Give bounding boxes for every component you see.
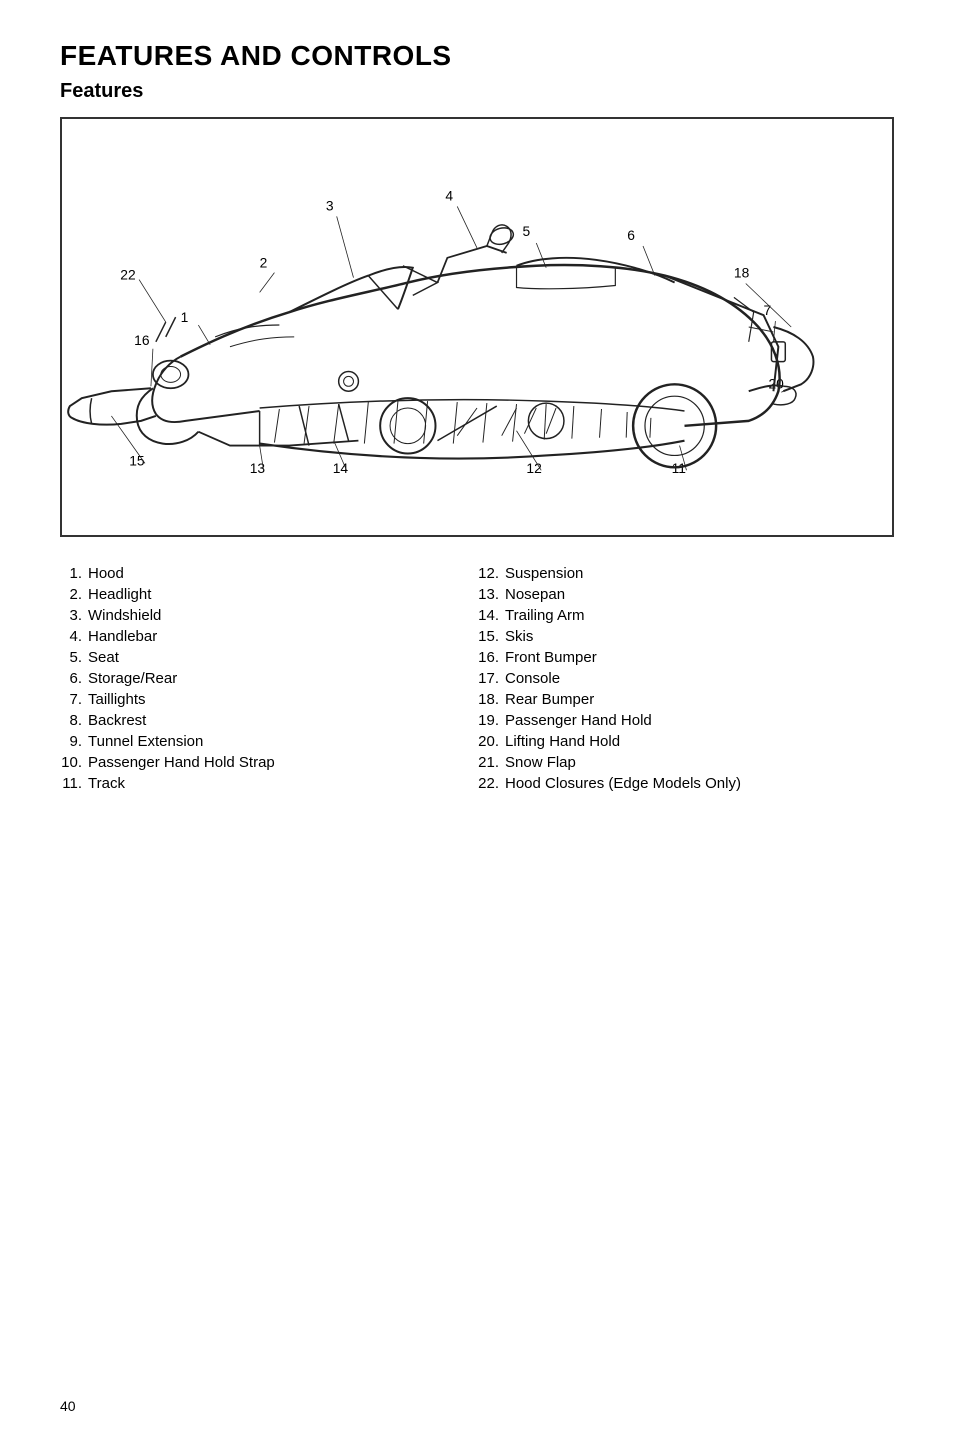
list-item: 2.Headlight	[60, 586, 477, 603]
part-number: 17.	[477, 670, 505, 687]
part-label: Front Bumper	[505, 649, 597, 666]
part-number: 1.	[60, 565, 88, 582]
part-number: 16.	[477, 649, 505, 666]
part-label: Suspension	[505, 565, 583, 582]
part-number: 7.	[60, 691, 88, 708]
part-number: 21.	[477, 754, 505, 771]
part-label: Handlebar	[88, 628, 157, 645]
list-item: 6.Storage/Rear	[60, 670, 477, 687]
part-label: Trailing Arm	[505, 607, 584, 624]
svg-text:4: 4	[445, 188, 453, 204]
part-label: Tunnel Extension	[88, 733, 203, 750]
list-item: 14.Trailing Arm	[477, 607, 894, 624]
list-item: 10.Passenger Hand Hold Strap	[60, 754, 477, 771]
parts-list-right: 12.Suspension13.Nosepan14.Trailing Arm15…	[477, 565, 894, 796]
list-item: 18.Rear Bumper	[477, 691, 894, 708]
list-item: 19.Passenger Hand Hold	[477, 712, 894, 729]
list-item: 4.Handlebar	[60, 628, 477, 645]
main-title: FEATURES AND CONTROLS	[60, 40, 894, 72]
part-label: Nosepan	[505, 586, 565, 603]
svg-text:6: 6	[627, 227, 635, 243]
list-item: 22.Hood Closures (Edge Models Only)	[477, 775, 894, 792]
list-item: 11.Track	[60, 775, 477, 792]
part-label: Windshield	[88, 607, 161, 624]
part-label: Hood Closures (Edge Models Only)	[505, 775, 741, 792]
sub-title: Features	[60, 80, 894, 103]
part-number: 2.	[60, 586, 88, 603]
part-number: 12.	[477, 565, 505, 582]
list-item: 3.Windshield	[60, 607, 477, 624]
list-item: 13.Nosepan	[477, 586, 894, 603]
list-item: 5.Seat	[60, 649, 477, 666]
part-number: 5.	[60, 649, 88, 666]
part-number: 20.	[477, 733, 505, 750]
part-number: 9.	[60, 733, 88, 750]
part-label: Storage/Rear	[88, 670, 177, 687]
page-number: 40	[60, 1398, 76, 1414]
part-label: Taillights	[88, 691, 146, 708]
parts-list-left: 1.Hood2.Headlight3.Windshield4.Handlebar…	[60, 565, 477, 796]
part-label: Hood	[88, 565, 124, 582]
svg-text:16: 16	[134, 332, 150, 348]
part-number: 13.	[477, 586, 505, 603]
part-label: Rear Bumper	[505, 691, 594, 708]
list-item: 7.Taillights	[60, 691, 477, 708]
list-item: 20.Lifting Hand Hold	[477, 733, 894, 750]
svg-text:3: 3	[326, 197, 334, 213]
list-item: 17.Console	[477, 670, 894, 687]
part-label: Skis	[505, 628, 533, 645]
part-number: 4.	[60, 628, 88, 645]
part-label: Passenger Hand Hold	[505, 712, 652, 729]
part-number: 6.	[60, 670, 88, 687]
svg-text:1: 1	[181, 309, 189, 325]
part-label: Console	[505, 670, 560, 687]
part-number: 19.	[477, 712, 505, 729]
list-item: 8.Backrest	[60, 712, 477, 729]
list-item: 15.Skis	[477, 628, 894, 645]
list-item: 16.Front Bumper	[477, 649, 894, 666]
list-item: 21.Snow Flap	[477, 754, 894, 771]
part-label: Lifting Hand Hold	[505, 733, 620, 750]
list-item: 9.Tunnel Extension	[60, 733, 477, 750]
part-number: 10.	[60, 754, 88, 771]
part-number: 8.	[60, 712, 88, 729]
part-number: 18.	[477, 691, 505, 708]
part-number: 22.	[477, 775, 505, 792]
part-number: 3.	[60, 607, 88, 624]
part-label: Headlight	[88, 586, 151, 603]
part-number: 14.	[477, 607, 505, 624]
svg-text:18: 18	[734, 265, 750, 281]
svg-text:2: 2	[260, 255, 268, 271]
part-number: 15.	[477, 628, 505, 645]
svg-text:5: 5	[522, 223, 530, 239]
svg-text:20: 20	[768, 375, 784, 391]
svg-text:12: 12	[526, 460, 541, 476]
svg-text:22: 22	[120, 267, 135, 283]
part-number: 11.	[60, 775, 88, 792]
list-item: 12.Suspension	[477, 565, 894, 582]
part-label: Backrest	[88, 712, 146, 729]
part-label: Snow Flap	[505, 754, 576, 771]
snowmobile-diagram: 22 2 3 4 5 6 18 7 1 16 20 15 13 14 12 11	[60, 117, 894, 537]
part-label: Passenger Hand Hold Strap	[88, 754, 275, 771]
part-label: Seat	[88, 649, 119, 666]
parts-lists: 1.Hood2.Headlight3.Windshield4.Handlebar…	[60, 565, 894, 796]
list-item: 1.Hood	[60, 565, 477, 582]
part-label: Track	[88, 775, 125, 792]
